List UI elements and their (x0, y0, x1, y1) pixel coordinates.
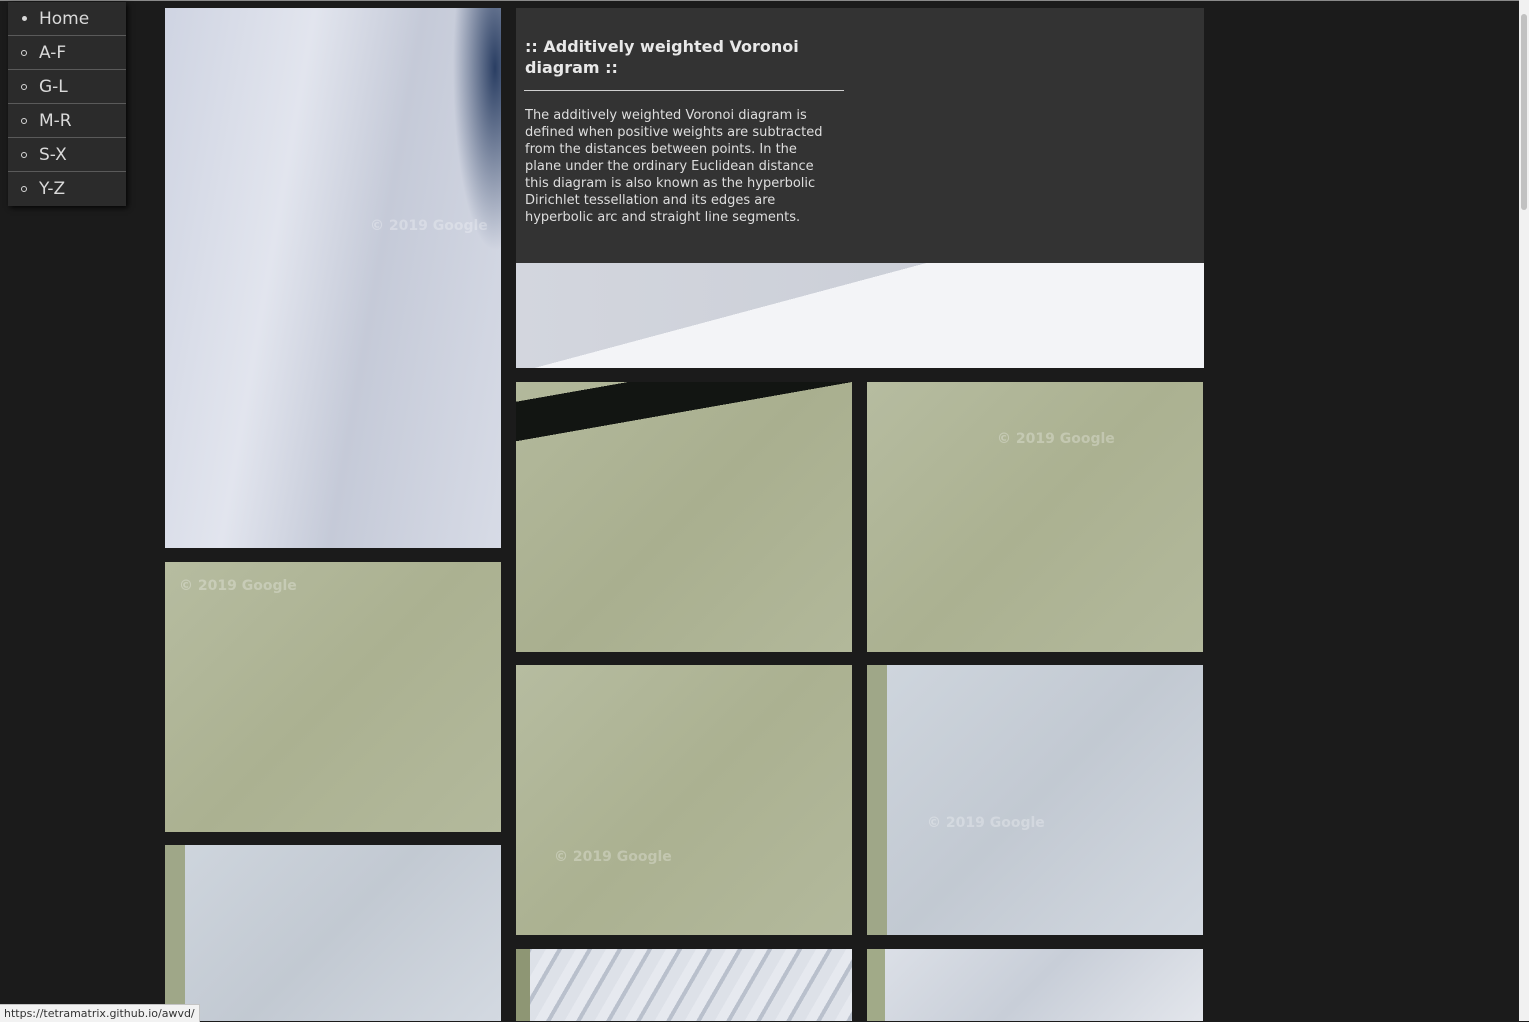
map-watermark: © 2019 Google (370, 218, 488, 234)
satellite-image-tile[interactable] (165, 845, 501, 1021)
nav-item-label: A-F (39, 42, 67, 63)
map-watermark: © 2019 Google (179, 578, 297, 594)
title-divider (524, 90, 844, 91)
nav-item-label: M-R (39, 110, 72, 131)
nav-item-s-x[interactable]: S-X (8, 138, 126, 172)
satellite-image-tile[interactable]: © 2019 Google (867, 665, 1203, 935)
nav-item-label: Y-Z (39, 179, 66, 199)
filled-bullet-icon (8, 16, 39, 21)
satellite-image-tile[interactable]: © 2019 Google (516, 665, 852, 935)
nav-item-label: G-L (39, 76, 68, 97)
nav-item-g-l[interactable]: G-L (8, 70, 126, 104)
satellite-image-tile[interactable] (516, 382, 852, 652)
satellite-image-tile[interactable]: © 2019 Google (165, 8, 501, 548)
open-bullet-icon (8, 151, 39, 158)
open-bullet-icon (8, 83, 39, 90)
satellite-image-tile[interactable] (867, 949, 1203, 1021)
satellite-image-tile[interactable] (516, 949, 852, 1021)
nav-item-y-z[interactable]: Y-Z (8, 172, 126, 206)
nav-item-m-r[interactable]: M-R (8, 104, 126, 138)
satellite-image-tile[interactable]: © 2019 Google (867, 382, 1203, 652)
nav-item-home[interactable]: Home (8, 2, 126, 36)
scrollbar-thumb[interactable] (1521, 14, 1527, 210)
open-bullet-icon (8, 49, 39, 56)
info-panel: :: Additively weighted Voronoi diagram :… (516, 8, 1204, 263)
satellite-image-tile[interactable] (516, 263, 1204, 368)
open-bullet-icon (8, 186, 39, 192)
map-watermark: © 2019 Google (927, 815, 1045, 831)
map-watermark: © 2019 Google (554, 849, 672, 865)
nav-item-label: Home (39, 8, 90, 29)
nav-item-a-f[interactable]: A-F (8, 36, 126, 70)
page-title: :: Additively weighted Voronoi diagram :… (525, 37, 799, 77)
satellite-image-tile[interactable]: © 2019 Google (165, 562, 501, 832)
window-top-border (0, 0, 1519, 1)
nav-menu: Home A-F G-L M-R S-X Y-Z (8, 2, 126, 206)
description-text: The additively weighted Voronoi diagram … (525, 108, 823, 225)
nav-item-label: S-X (39, 144, 67, 165)
vertical-scrollbar[interactable] (1519, 0, 1529, 1021)
map-watermark: © 2019 Google (997, 431, 1115, 447)
status-link-url: https://tetramatrix.github.io/awvd/ (0, 1004, 200, 1022)
open-bullet-icon (8, 117, 39, 124)
